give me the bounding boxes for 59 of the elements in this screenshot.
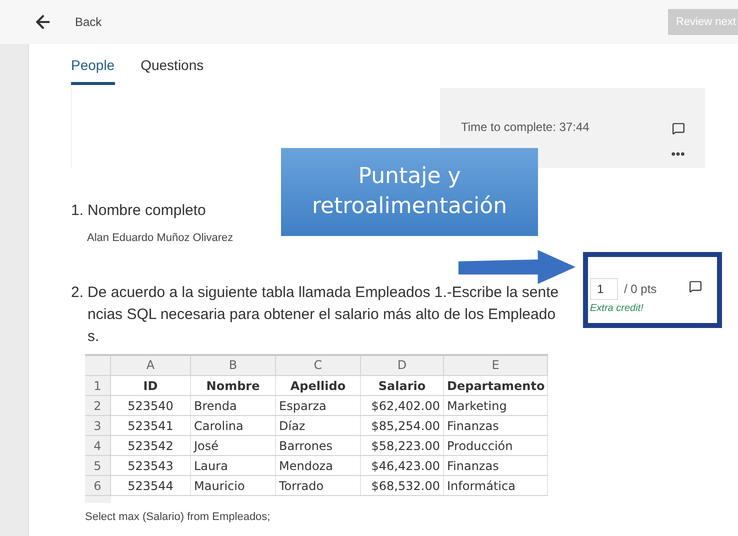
row-number: 6 xyxy=(85,476,111,495)
question-number: 1. xyxy=(71,201,84,221)
table-cell: Finanzas xyxy=(444,456,548,475)
table-cell: Nombre xyxy=(191,376,276,395)
table-cell: 523543 xyxy=(111,456,191,475)
table-cell: $62,402.00 xyxy=(361,396,444,415)
table-cell: Brenda xyxy=(191,396,276,415)
tab[interactable]: Questions xyxy=(140,55,204,85)
column-header: D xyxy=(361,356,444,375)
table-cell: ID xyxy=(111,376,191,395)
table-cell: 523542 xyxy=(111,436,191,455)
table-cell: Departamento xyxy=(444,376,548,395)
table-cell: 523541 xyxy=(111,416,191,435)
question-title: Nombre completo xyxy=(88,201,206,221)
table-cell: Barrones xyxy=(276,436,361,455)
back-icon[interactable] xyxy=(33,12,53,32)
table-cell: $46,423.00 xyxy=(361,456,444,475)
comment-icon[interactable] xyxy=(672,122,685,135)
table-cell: Díaz xyxy=(276,416,361,435)
row-number: 5 xyxy=(85,456,111,475)
table-cell: Mendoza xyxy=(276,456,361,475)
question-title: De acuerdo a la siguiente tabla llamada Empleados 1.-Escribe la sentencias SQL necesaria para obtener el salario más alto de los Empleados. xyxy=(88,283,560,347)
table-cell: 523544 xyxy=(111,476,191,495)
table-cell: Esparza xyxy=(276,396,361,415)
answer-text: Alan Eduardo Muñoz Olivarez xyxy=(87,230,234,246)
column-header: B xyxy=(191,356,276,375)
question-number: 2. xyxy=(71,283,84,303)
table-cell: Informática xyxy=(444,476,548,495)
table-cell: Salario xyxy=(361,376,444,395)
callout-box: Puntaje y retroalimentación xyxy=(281,148,538,236)
back-button[interactable]: Back xyxy=(75,13,102,31)
tab[interactable]: People xyxy=(71,55,115,85)
table-cell: $68,532.00 xyxy=(361,476,444,495)
score-field[interactable]: 1 xyxy=(590,278,618,300)
time-to-complete: Time to complete: 37:44 xyxy=(461,119,590,136)
table-cell: Finanzas xyxy=(444,416,548,435)
table-cell: José xyxy=(191,436,276,455)
column-header: A xyxy=(111,356,191,375)
row-number: 3 xyxy=(85,416,111,435)
table-cell: 523540 xyxy=(111,396,191,415)
table-cell: Torrado xyxy=(276,476,361,495)
row-number: 4 xyxy=(85,436,111,455)
extra-credit-note: Extra credit! xyxy=(590,302,644,316)
row-header-strip xyxy=(85,496,111,503)
row-number: 2 xyxy=(85,396,111,415)
table-cell: Laura xyxy=(191,456,276,475)
table-cell: $85,254.00 xyxy=(361,416,444,435)
column-header: E xyxy=(444,356,548,375)
table-cell: Mauricio xyxy=(191,476,276,495)
column-header: C xyxy=(276,356,361,375)
answer-text: Select max (Salario) from Empleados; xyxy=(85,510,272,525)
table-cell: $58,223.00 xyxy=(361,436,444,455)
table-cell: Apellido xyxy=(276,376,361,395)
points-total: / 0 pts xyxy=(624,281,657,298)
table-cell: Producción xyxy=(444,436,548,455)
row-number: 1 xyxy=(85,376,111,395)
comment-icon[interactable] xyxy=(689,280,702,293)
table-cell: Carolina xyxy=(191,416,276,435)
table-cell: Marketing xyxy=(444,396,548,415)
